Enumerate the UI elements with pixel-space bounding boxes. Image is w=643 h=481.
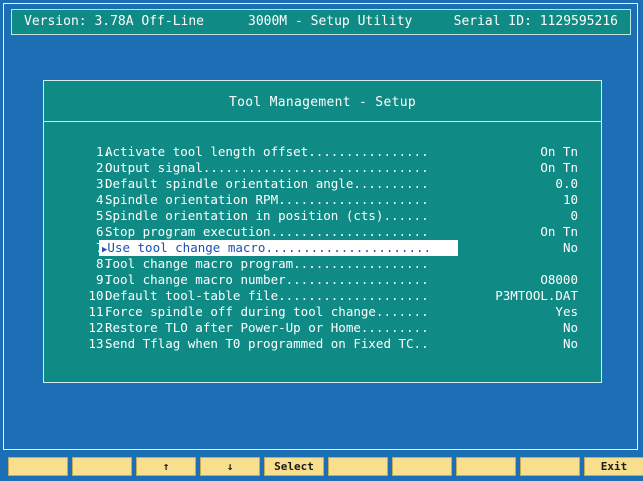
select-button[interactable]: Select: [264, 457, 324, 476]
menu-item-value: 0: [570, 208, 578, 223]
menu-item-value: 10: [562, 192, 578, 207]
serial-id-text: Serial ID: 1129595216: [453, 14, 618, 29]
title-bar: Version: 3.78A Off-Line 3000M - Setup Ut…: [11, 9, 631, 35]
menu-item[interactable]: 11. Force spindle off during tool change.…: [44, 304, 601, 320]
menu-item-value: 0.0: [555, 176, 578, 191]
f7-key[interactable]: [392, 457, 452, 476]
menu-item-value: On Tn: [540, 144, 578, 159]
menu-item-value: No: [562, 320, 578, 335]
menu-item-label: Output signal...........................…: [105, 160, 429, 175]
menu-item-label: Spindle orientation in position (cts)...…: [105, 208, 429, 223]
menu-item-label: Tool change macro number................…: [105, 272, 429, 287]
menu-item[interactable]: 1. Activate tool length offset...........…: [44, 144, 601, 160]
version-text: Version: 3.78A Off-Line: [24, 14, 205, 29]
menu-item-value: O8000: [540, 272, 578, 287]
menu-item-value: On Tn: [540, 160, 578, 175]
app-title: 3000M - Setup Utility: [248, 14, 413, 29]
menu-item[interactable]: 7. ▶Use tool change macro................…: [44, 240, 601, 256]
menu-item-value: Yes: [555, 304, 578, 319]
f9-key[interactable]: [520, 457, 580, 476]
menu-item-value: On Tn: [540, 224, 578, 239]
menu-item-label: Default tool-table file.................…: [105, 288, 429, 303]
menu-item[interactable]: 12. Restore TLO after Power-Up or Home...…: [44, 320, 601, 336]
function-key-bar: ↑ ↓ Select Exit: [8, 457, 643, 476]
f6-key[interactable]: [328, 457, 388, 476]
menu-item[interactable]: 9. Tool change macro number..............…: [44, 272, 601, 288]
menu-item-value: No: [562, 240, 578, 255]
panel-divider: [44, 121, 601, 122]
menu-item[interactable]: 4. Spindle orientation RPM...............…: [44, 192, 601, 208]
exit-button[interactable]: Exit: [584, 457, 643, 476]
panel-title: Tool Management - Setup: [229, 95, 416, 110]
menu-item-label: Spindle orientation RPM.................…: [105, 192, 429, 207]
down-arrow-key[interactable]: ↓: [200, 457, 260, 476]
f8-key[interactable]: [456, 457, 516, 476]
menu-item[interactable]: 10. Default tool-table file..............…: [44, 288, 601, 304]
menu-item-label: Send Tflag when T0 programmed on Fixed T…: [105, 336, 429, 351]
menu-item-label: Restore TLO after Power-Up or Home......…: [105, 320, 429, 335]
menu-item-label: Activate tool length offset.............…: [105, 144, 429, 159]
menu-item[interactable]: 8. Tool change macro program.............…: [44, 256, 601, 272]
up-arrow-key[interactable]: ↑: [136, 457, 196, 476]
menu-item[interactable]: 5. Spindle orientation in position (cts).…: [44, 208, 601, 224]
f1-key[interactable]: [8, 457, 68, 476]
menu-item[interactable]: 6. Stop program execution................…: [44, 224, 601, 240]
menu-item-label: Force spindle off during tool change....…: [105, 304, 429, 319]
menu-item[interactable]: 3. Default spindle orientation angle.....…: [44, 176, 601, 192]
menu-item-label: Tool change macro program...............…: [105, 256, 429, 271]
menu-item[interactable]: 13. Send Tflag when T0 programmed on Fixe…: [44, 336, 601, 352]
menu-item-value: No: [562, 336, 578, 351]
f2-key[interactable]: [72, 457, 132, 476]
menu-item-value: P3MTOOL.DAT: [495, 288, 578, 303]
menu-item-text: Use tool change macro...................…: [107, 240, 432, 255]
tool-management-panel: Tool Management - Setup 1. Activate tool …: [43, 80, 602, 383]
menu-item-label: Default spindle orientation angle.......…: [105, 176, 429, 191]
menu-item-label: Stop program execution..................…: [105, 224, 429, 239]
menu-item[interactable]: 2. Output signal.........................…: [44, 160, 601, 176]
